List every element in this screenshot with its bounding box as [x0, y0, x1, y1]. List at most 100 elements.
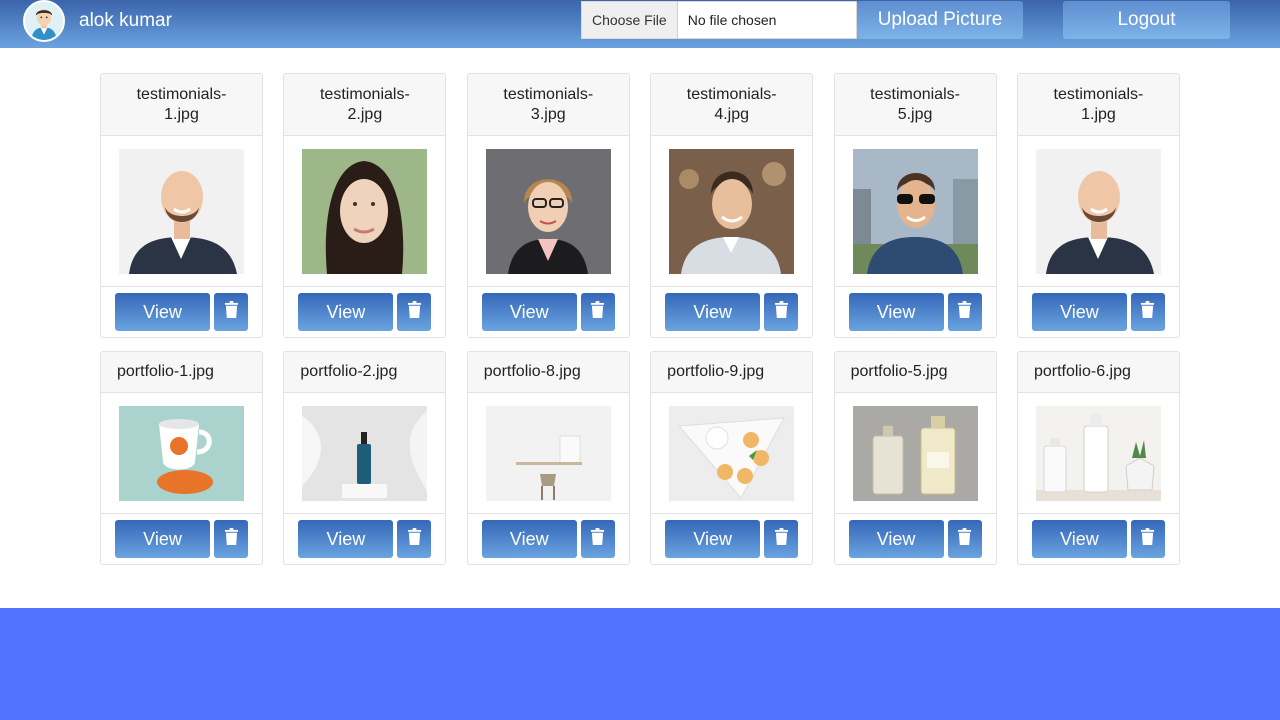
view-button[interactable]: View — [481, 520, 577, 558]
delete-button[interactable] — [947, 520, 982, 558]
image-filename: testimonials-2.jpg — [284, 74, 446, 136]
image-card: portfolio-8.jpg View — [466, 351, 630, 565]
trash-icon — [224, 528, 239, 550]
image-card: testimonials-1.jpg View — [1016, 73, 1180, 338]
delete-button[interactable] — [764, 293, 799, 331]
image-card: testimonials-2.jpg View — [283, 73, 447, 338]
image-filename: portfolio-1.jpg — [101, 352, 262, 393]
image-card: testimonials-1.jpg View — [100, 73, 263, 338]
card-actions: View — [101, 514, 262, 564]
card-actions: View — [651, 514, 812, 564]
top-header: alok kumar Choose File No file chosen Up… — [0, 0, 1280, 48]
trash-icon — [774, 528, 789, 550]
trash-icon — [590, 528, 605, 550]
view-button[interactable]: View — [1031, 293, 1127, 331]
image-filename: portfolio-2.jpg — [284, 352, 446, 393]
username: alok kumar — [79, 10, 172, 31]
view-button[interactable]: View — [298, 293, 394, 331]
trash-icon — [1140, 301, 1155, 323]
image-thumbnail-area — [651, 136, 813, 287]
image-card: portfolio-5.jpg View — [833, 351, 997, 565]
trash-icon — [957, 301, 972, 323]
trash-icon — [1140, 528, 1155, 550]
upload-picture-button[interactable]: Upload Picture — [857, 1, 1023, 39]
trash-icon — [224, 301, 239, 323]
image-filename: testimonials-4.jpg — [651, 74, 813, 136]
image-card: portfolio-1.jpg View — [100, 351, 263, 565]
trash-icon — [957, 528, 972, 550]
image-thumbnail — [302, 405, 428, 501]
image-filename: testimonials-5.jpg — [834, 74, 996, 136]
image-thumbnail-area — [101, 393, 262, 514]
delete-button[interactable] — [764, 520, 799, 558]
delete-button[interactable] — [1130, 293, 1165, 331]
image-thumbnail — [1035, 405, 1161, 501]
image-filename: portfolio-9.jpg — [651, 352, 813, 393]
card-actions: View — [284, 514, 445, 564]
card-actions: View — [1018, 287, 1179, 337]
image-thumbnail-area — [651, 393, 813, 514]
image-filename: portfolio-6.jpg — [1017, 352, 1179, 393]
image-thumbnail-area — [467, 136, 629, 287]
image-card: testimonials-3.jpg View — [466, 73, 630, 338]
footer-band — [0, 608, 1280, 720]
delete-button[interactable] — [214, 293, 248, 331]
image-thumbnail — [485, 405, 611, 501]
view-button[interactable]: View — [848, 293, 944, 331]
image-card: portfolio-9.jpg View — [650, 351, 814, 565]
card-actions: View — [468, 287, 629, 337]
image-thumbnail — [119, 148, 244, 274]
delete-button[interactable] — [397, 520, 432, 558]
image-grid: testimonials-1.jpg View testimonials-2.j… — [100, 73, 1180, 565]
delete-button[interactable] — [397, 293, 432, 331]
view-button[interactable]: View — [665, 520, 761, 558]
image-filename: portfolio-5.jpg — [834, 352, 996, 393]
view-button[interactable]: View — [481, 293, 577, 331]
delete-button[interactable] — [580, 520, 615, 558]
delete-button[interactable] — [947, 293, 982, 331]
trash-icon — [590, 301, 605, 323]
image-thumbnail-area — [834, 136, 996, 287]
view-button[interactable]: View — [848, 520, 944, 558]
delete-button[interactable] — [214, 520, 248, 558]
image-filename: portfolio-8.jpg — [467, 352, 629, 393]
image-thumbnail — [669, 148, 795, 274]
card-actions: View — [835, 287, 996, 337]
card-actions: View — [835, 514, 996, 564]
image-card: portfolio-2.jpg View — [283, 351, 447, 565]
view-button[interactable]: View — [665, 293, 761, 331]
image-thumbnail — [485, 148, 611, 274]
image-thumbnail-area — [1017, 136, 1179, 287]
view-button[interactable]: View — [115, 293, 210, 331]
choose-file-button[interactable]: Choose File — [582, 2, 678, 38]
image-filename: testimonials-3.jpg — [467, 74, 629, 136]
trash-icon — [774, 301, 789, 323]
image-filename: testimonials-1.jpg — [101, 74, 262, 136]
image-thumbnail-area — [284, 136, 446, 287]
image-card: testimonials-5.jpg View — [833, 73, 997, 338]
image-thumbnail-area — [1017, 393, 1179, 514]
trash-icon — [407, 301, 422, 323]
view-button[interactable]: View — [115, 520, 210, 558]
delete-button[interactable] — [580, 293, 615, 331]
image-card: portfolio-6.jpg View — [1016, 351, 1180, 565]
image-thumbnail — [119, 405, 244, 501]
trash-icon — [407, 528, 422, 550]
image-thumbnail-area — [284, 393, 446, 514]
image-thumbnail — [1035, 148, 1161, 274]
image-thumbnail-area — [834, 393, 996, 514]
delete-button[interactable] — [1130, 520, 1165, 558]
file-status: No file chosen — [687, 12, 777, 28]
image-filename: testimonials-1.jpg — [1017, 74, 1179, 136]
card-actions: View — [1018, 514, 1179, 564]
image-thumbnail — [302, 148, 428, 274]
view-button[interactable]: View — [1031, 520, 1127, 558]
image-card: testimonials-4.jpg View — [650, 73, 814, 338]
card-actions: View — [284, 287, 445, 337]
file-input[interactable]: Choose File No file chosen — [581, 1, 857, 39]
image-thumbnail-area — [467, 393, 629, 514]
card-actions: View — [101, 287, 262, 337]
view-button[interactable]: View — [298, 520, 394, 558]
logout-button[interactable]: Logout — [1063, 1, 1230, 39]
user-avatar-icon[interactable] — [23, 0, 65, 42]
